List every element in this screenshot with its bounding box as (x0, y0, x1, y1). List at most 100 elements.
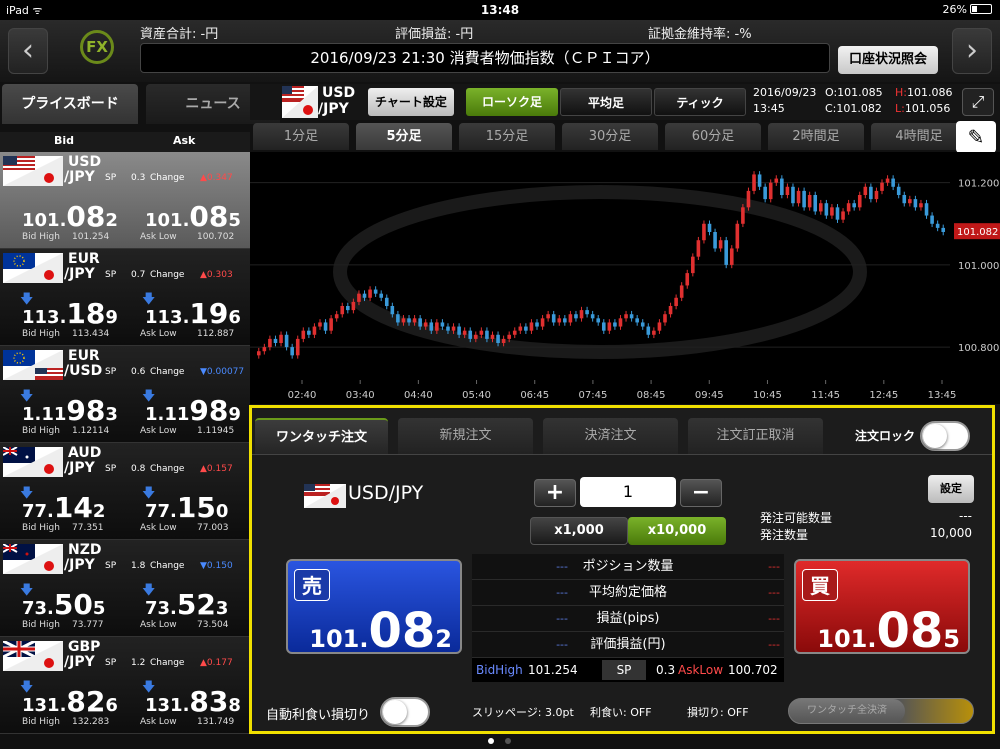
pair-quote: /JPY (64, 266, 95, 282)
ask-low-value: 112.887 (197, 329, 235, 339)
ohlc-open: O:101.085 (825, 86, 883, 99)
close-all-handle[interactable]: ワンタッチ全決済 (789, 699, 905, 723)
price-row-usdjpy[interactable]: USD/JPY SP 0.3 Change ▲0.347 101.082 101.085 Bi… (0, 152, 250, 249)
spread-label: SP (105, 658, 117, 668)
tab-close-order[interactable]: 決済注文 (543, 418, 678, 454)
usd-jpy-pair-flag-icon (304, 484, 346, 508)
change-label: Change (150, 658, 185, 668)
news-ticker[interactable]: 2016/09/23 21:30 消費者物価指数（ＣＰＩコア） (140, 43, 830, 73)
candle (618, 315, 623, 330)
candlestick-chart[interactable]: 101.200 101.000 100.800 02:40 03:40 04:40 05:4… (250, 152, 1000, 404)
price-row-gbpjpy[interactable]: GBP/JPY SP 1.2 Change ▲0.177 🡇 🡇 131.826 131.838… (0, 637, 250, 734)
price-row-eurusd[interactable]: EUR/USD SP 0.6 Change ▼0.00077 🡇 🡇 1.11983 1.119… (0, 346, 250, 443)
tab-price-board[interactable]: プライスボード (2, 84, 138, 124)
timeframe-tab-0[interactable]: 1分足 (253, 123, 349, 150)
candle (607, 319, 612, 334)
candlestick-button[interactable]: ローソク足 (466, 88, 558, 116)
y-tick-label: 101.000 (958, 261, 999, 272)
buy-button[interactable]: 買 101.085 (794, 559, 970, 659)
change-value: ▲0.347 (200, 173, 233, 183)
sell-price: 101.082 (309, 603, 452, 659)
ask-price: 73.523 (145, 588, 229, 621)
bid-high-value: 132.283 (72, 717, 110, 727)
candle (752, 171, 756, 195)
candle (318, 319, 322, 330)
timeframe-tab-2[interactable]: 15分足 (459, 123, 555, 150)
close-all-slider[interactable]: ワンタッチ全決済 (788, 698, 974, 724)
ohlc-close: C:101.082 (825, 102, 882, 115)
price-row-audjpy[interactable]: AUD/JPY SP 0.8 Change ▲0.157 🡇 🡇 77.142 77.150 Bi… (0, 443, 250, 540)
candle (579, 306, 584, 322)
ohlc-time: 13:45 (753, 102, 785, 115)
timeframe-tab-6[interactable]: 4時間足 (871, 123, 967, 150)
ask-low-label: Ask Low (140, 329, 177, 339)
tab-modify-cancel[interactable]: 注文訂正取消 (688, 418, 823, 454)
sell-button[interactable]: 売 101.082 (286, 559, 462, 659)
candle (384, 294, 389, 310)
candle (273, 335, 278, 347)
candle (869, 183, 873, 203)
settings-button[interactable]: 設定 (928, 475, 974, 503)
usd-jpy-flag-icon (3, 156, 63, 186)
quantity-plus-button[interactable]: + (534, 479, 576, 507)
change-label: Change (150, 367, 185, 377)
gbp-jpy-flag-icon (3, 641, 63, 671)
sell-label: 売 (294, 569, 330, 601)
drawing-pen-icon[interactable]: ✎ (956, 121, 996, 153)
candle (763, 183, 767, 203)
eur-jpy-flag-icon (3, 253, 63, 283)
pair-base: GBP (68, 639, 101, 655)
multiplier-10000-button[interactable]: x10,000 (628, 517, 726, 545)
candle (891, 175, 895, 191)
clock: 13:48 (480, 3, 520, 17)
candle (774, 175, 779, 186)
info-label: ポジション数量 (582, 559, 674, 574)
auto-stop-toggle[interactable] (380, 697, 430, 727)
ask-low-value: 131.749 (197, 717, 235, 727)
candle (746, 187, 751, 211)
tab-one-touch-order[interactable]: ワンタッチ注文 (255, 418, 388, 454)
tab-new-order[interactable]: 新規注文 (398, 418, 533, 454)
y-tick-label: 101.200 (958, 179, 999, 190)
heikin-ashi-button[interactable]: 平均足 (560, 88, 652, 116)
candle (512, 327, 517, 339)
fullscreen-icon[interactable]: ⤢ (962, 88, 994, 116)
timeframe-tab-1[interactable]: 5分足 (356, 123, 452, 150)
change-label: Change (150, 561, 185, 571)
auto-stop-label: 自動利食い損切り (266, 708, 371, 723)
order-pair: USD/JPY (348, 482, 424, 504)
high-low-bar: BidHigh 101.254 SP 0.3 AskLow 100.702 (472, 658, 784, 682)
info-label: 平均約定価格 (588, 585, 667, 600)
quantity-input[interactable]: 1 (580, 477, 676, 507)
candle (646, 323, 651, 339)
candle (329, 315, 333, 334)
candle (930, 212, 934, 228)
chart-settings-button[interactable]: チャート設定 (368, 88, 454, 116)
x-tick-label: 05:40 (462, 390, 491, 401)
sell-side-value: --- (556, 560, 568, 573)
timeframe-tab-4[interactable]: 60分足 (665, 123, 761, 150)
tick-button[interactable]: ティック (654, 88, 746, 116)
ask-price: 101.085 (145, 200, 241, 233)
candle (896, 183, 901, 199)
timeframe-tab-3[interactable]: 30分足 (562, 123, 658, 150)
timeframe-tab-5[interactable]: 2時間足 (768, 123, 864, 150)
buy-side-value: --- (768, 586, 780, 599)
quantity-minus-button[interactable]: − (680, 479, 722, 507)
candle (624, 310, 628, 322)
account-status-button[interactable]: 口座状況照会 (838, 46, 938, 74)
price-row-nzdjpy[interactable]: NZD/JPY SP 1.8 Change ▼0.150 🡇 🡇 73.505 73.523 Bi… (0, 540, 250, 637)
price-row-eurjpy[interactable]: EUR/JPY SP 0.7 Change ▲0.303 🡇 🡇 113.189 113.196… (0, 249, 250, 346)
pair-base: NZD (68, 542, 102, 558)
candle (640, 319, 645, 330)
battery-icon (970, 4, 992, 14)
ask-price: 131.838 (145, 685, 241, 718)
forward-arrow-icon[interactable]: › (952, 28, 992, 74)
bid-high-label: Bid High (22, 329, 60, 339)
candle (718, 236, 723, 252)
multiplier-1000-button[interactable]: x1,000 (530, 517, 628, 545)
back-arrow-icon[interactable]: ‹ (8, 28, 48, 74)
candle (807, 191, 812, 211)
candle (841, 208, 845, 223)
order-lock-toggle[interactable] (920, 421, 970, 451)
